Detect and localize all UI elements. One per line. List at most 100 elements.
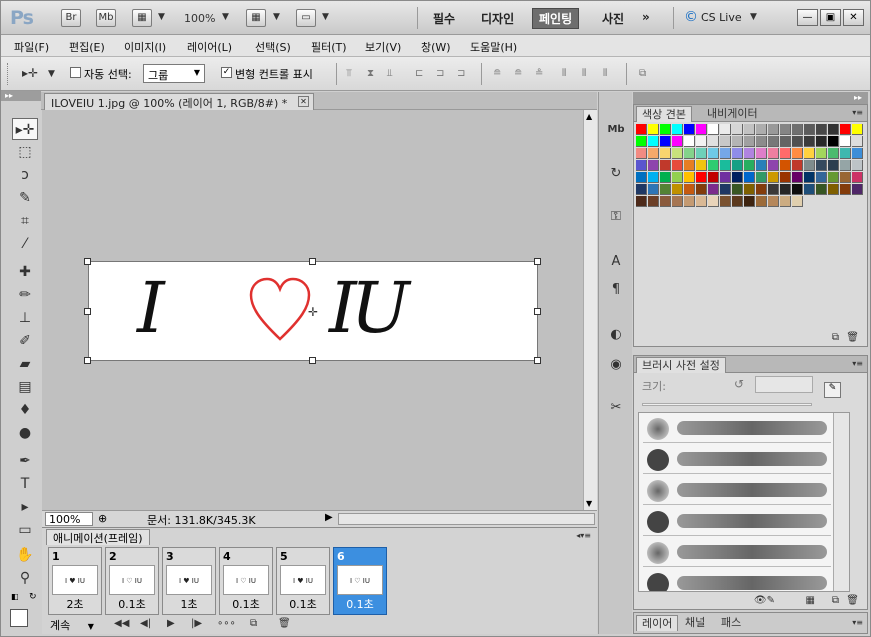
gradient-tool-icon[interactable]: ▤ bbox=[12, 376, 38, 398]
workspace-photography[interactable]: 사진 bbox=[602, 10, 624, 27]
color-swatch[interactable] bbox=[720, 148, 731, 159]
delete-frame-icon[interactable]: 🗑 bbox=[278, 618, 291, 629]
color-swatch[interactable] bbox=[708, 172, 719, 183]
paragraph-icon[interactable]: ¶ bbox=[604, 280, 628, 300]
brush-options-icon[interactable]: 👁✎ bbox=[754, 595, 775, 606]
color-swatch[interactable] bbox=[792, 196, 803, 207]
auto-select-checkbox[interactable] bbox=[70, 67, 81, 78]
animation-frame[interactable]: 1 I ♥ IU 2초 bbox=[48, 547, 102, 615]
color-swatch[interactable] bbox=[684, 172, 695, 183]
align-left-icon[interactable]: ⊏ bbox=[415, 68, 429, 80]
color-swatch[interactable] bbox=[660, 184, 671, 195]
color-swatch[interactable] bbox=[780, 136, 791, 147]
color-swatch[interactable] bbox=[852, 172, 863, 183]
color-swatch[interactable] bbox=[792, 124, 803, 135]
workspace-design[interactable]: 디자인 bbox=[481, 10, 514, 27]
tab-paths[interactable]: 패스 bbox=[716, 615, 746, 631]
foreground-color-swatch[interactable] bbox=[10, 609, 28, 627]
color-swatch[interactable] bbox=[852, 136, 863, 147]
color-swatch[interactable] bbox=[672, 172, 683, 183]
status-info-icon[interactable]: ⊕ bbox=[98, 512, 107, 525]
color-swatch[interactable] bbox=[828, 160, 839, 171]
color-swatch[interactable] bbox=[648, 172, 659, 183]
color-swatch[interactable] bbox=[780, 172, 791, 183]
color-swatch[interactable] bbox=[792, 148, 803, 159]
expand-icon[interactable]: ▸▸ bbox=[854, 93, 862, 102]
color-swatch[interactable] bbox=[720, 184, 731, 195]
minimize-button[interactable]: — bbox=[797, 9, 818, 26]
align-bottom-icon[interactable]: ⫫ bbox=[387, 68, 401, 80]
quick-selection-tool-icon[interactable]: ✎ bbox=[12, 187, 38, 209]
color-swatch[interactable] bbox=[768, 160, 779, 171]
frame-duration[interactable]: 2초 bbox=[49, 596, 101, 612]
color-swatch[interactable] bbox=[648, 196, 659, 207]
color-swatch[interactable] bbox=[696, 196, 707, 207]
align-right-icon[interactable]: ⊐ bbox=[457, 68, 471, 80]
lasso-tool-icon[interactable]: ↄ bbox=[12, 164, 38, 186]
menu-filter[interactable]: 필터(T) bbox=[311, 39, 347, 55]
workspace-essentials[interactable]: 필수 bbox=[433, 10, 455, 27]
more-workspaces-button[interactable]: » bbox=[642, 10, 650, 24]
color-swatch[interactable] bbox=[804, 160, 815, 171]
clone-source-icon[interactable]: ✂ bbox=[604, 398, 628, 418]
color-swatch[interactable] bbox=[840, 136, 851, 147]
color-swatch[interactable] bbox=[756, 136, 767, 147]
animation-tab[interactable]: 애니메이션(프레임) bbox=[46, 529, 150, 545]
brush-preset-item[interactable] bbox=[643, 506, 831, 536]
color-swatch[interactable] bbox=[840, 172, 851, 183]
color-swatch[interactable] bbox=[696, 160, 707, 171]
color-swatch[interactable] bbox=[684, 124, 695, 135]
color-swatch[interactable] bbox=[636, 148, 647, 159]
tab-brush-presets[interactable]: 브러시 사전 설정 bbox=[636, 357, 726, 373]
frame-duration[interactable]: 0.1초 bbox=[334, 596, 386, 612]
color-swatch[interactable] bbox=[828, 136, 839, 147]
color-swatch[interactable] bbox=[744, 160, 755, 171]
color-swatch[interactable] bbox=[660, 148, 671, 159]
color-swatch[interactable] bbox=[696, 172, 707, 183]
color-swatch[interactable] bbox=[732, 160, 743, 171]
panel-menu-icon[interactable]: ◂▾≡ bbox=[576, 531, 591, 540]
eraser-tool-icon[interactable]: ▰ bbox=[12, 353, 38, 375]
tab-layers[interactable]: 레이어 bbox=[636, 615, 679, 631]
color-swatch[interactable] bbox=[840, 124, 851, 135]
color-swatch[interactable] bbox=[768, 172, 779, 183]
color-swatch[interactable] bbox=[672, 196, 683, 207]
color-swatch[interactable] bbox=[804, 124, 815, 135]
brush-preset-item[interactable] bbox=[643, 444, 831, 474]
pen-tool-icon[interactable]: ✒ bbox=[12, 450, 38, 472]
color-swatch[interactable] bbox=[732, 172, 743, 183]
transform-handle[interactable] bbox=[309, 258, 316, 265]
transform-handle[interactable] bbox=[84, 258, 91, 265]
tab-navigator[interactable]: 내비게이터 bbox=[702, 106, 763, 122]
color-swatch[interactable] bbox=[660, 172, 671, 183]
tween-icon[interactable]: ∘∘∘ bbox=[217, 618, 236, 629]
swap-colors-icon[interactable]: ↻ bbox=[29, 592, 37, 602]
move-tool-preset-icon[interactable]: ▸✛ bbox=[22, 66, 38, 80]
color-swatch[interactable] bbox=[828, 148, 839, 159]
color-swatch[interactable] bbox=[852, 148, 863, 159]
color-swatch[interactable] bbox=[756, 124, 767, 135]
color-swatch[interactable] bbox=[648, 148, 659, 159]
color-swatch[interactable] bbox=[816, 184, 827, 195]
color-swatch[interactable] bbox=[732, 184, 743, 195]
menu-view[interactable]: 보기(V) bbox=[365, 39, 401, 55]
close-icon[interactable]: ✕ bbox=[298, 96, 309, 107]
brush-preset-item[interactable] bbox=[643, 413, 831, 443]
color-swatch[interactable] bbox=[780, 148, 791, 159]
color-swatch[interactable] bbox=[744, 172, 755, 183]
color-swatch[interactable] bbox=[780, 124, 791, 135]
align-top-icon[interactable]: ⫪ bbox=[346, 68, 360, 80]
color-swatch[interactable] bbox=[840, 148, 851, 159]
color-swatch[interactable] bbox=[828, 184, 839, 195]
delete-swatch-icon[interactable]: 🗑 bbox=[846, 332, 859, 343]
color-swatch[interactable] bbox=[792, 184, 803, 195]
app-zoom-level[interactable]: 100% bbox=[184, 12, 215, 25]
align-vertical-center-icon[interactable]: ⧗ bbox=[367, 68, 381, 80]
chevron-down-icon[interactable]: ▼ bbox=[750, 12, 757, 22]
eyedropper-tool-icon[interactable]: ⁄ bbox=[12, 233, 38, 255]
color-swatch[interactable] bbox=[708, 124, 719, 135]
zoom-tool-icon[interactable]: ⚲ bbox=[12, 567, 38, 589]
color-swatch[interactable] bbox=[852, 184, 863, 195]
horizontal-scrollbar[interactable] bbox=[338, 513, 595, 525]
clone-stamp-tool-icon[interactable]: ⊥ bbox=[12, 307, 38, 329]
